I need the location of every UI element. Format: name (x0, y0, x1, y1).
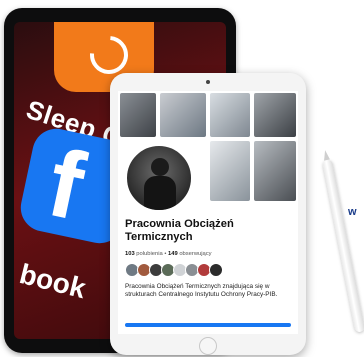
facebook-app-label: book (16, 258, 89, 305)
cover-photo-3 (210, 93, 250, 137)
friend-avatar-icon (209, 263, 223, 277)
page-title: Pracownia Obciążeń Termicznych (125, 218, 234, 243)
scene: Sleep C f book Pracownia Obciążeń Termic… (0, 0, 364, 357)
cover-photo-4 (254, 93, 296, 137)
likes-label: polubienia (136, 251, 163, 257)
action-bar[interactable] (125, 323, 291, 327)
avatar-figure (144, 176, 176, 210)
cover-photo-6 (254, 141, 296, 201)
likes-count: 103 (125, 251, 135, 257)
cover-photo-5 (210, 141, 250, 201)
stylus-pencil (322, 149, 364, 333)
cover-photo-2 (160, 93, 206, 137)
front-tablet: Pracownia Obciążeń Termicznych 103 polub… (110, 73, 306, 355)
cover-photo-1 (120, 93, 156, 137)
facebook-f-glyph: f (39, 129, 93, 241)
profile-screen: Pracownia Obciążeń Termicznych 103 polub… (118, 91, 298, 334)
page-stats: 103 polubienia • 149 obserwujący (125, 251, 212, 257)
home-button[interactable] (199, 337, 217, 355)
side-text: w (348, 206, 357, 218)
camera-icon (206, 80, 210, 84)
avatar-head (151, 158, 169, 176)
profile-avatar[interactable] (124, 143, 194, 213)
followers-label: obserwujący (179, 251, 212, 257)
page-description: Pracownia Obciążeń Termicznych znajdując… (125, 283, 278, 298)
followers-count: 149 (168, 251, 178, 257)
stats-separator: • (164, 251, 167, 257)
pencil-tip (322, 149, 330, 161)
